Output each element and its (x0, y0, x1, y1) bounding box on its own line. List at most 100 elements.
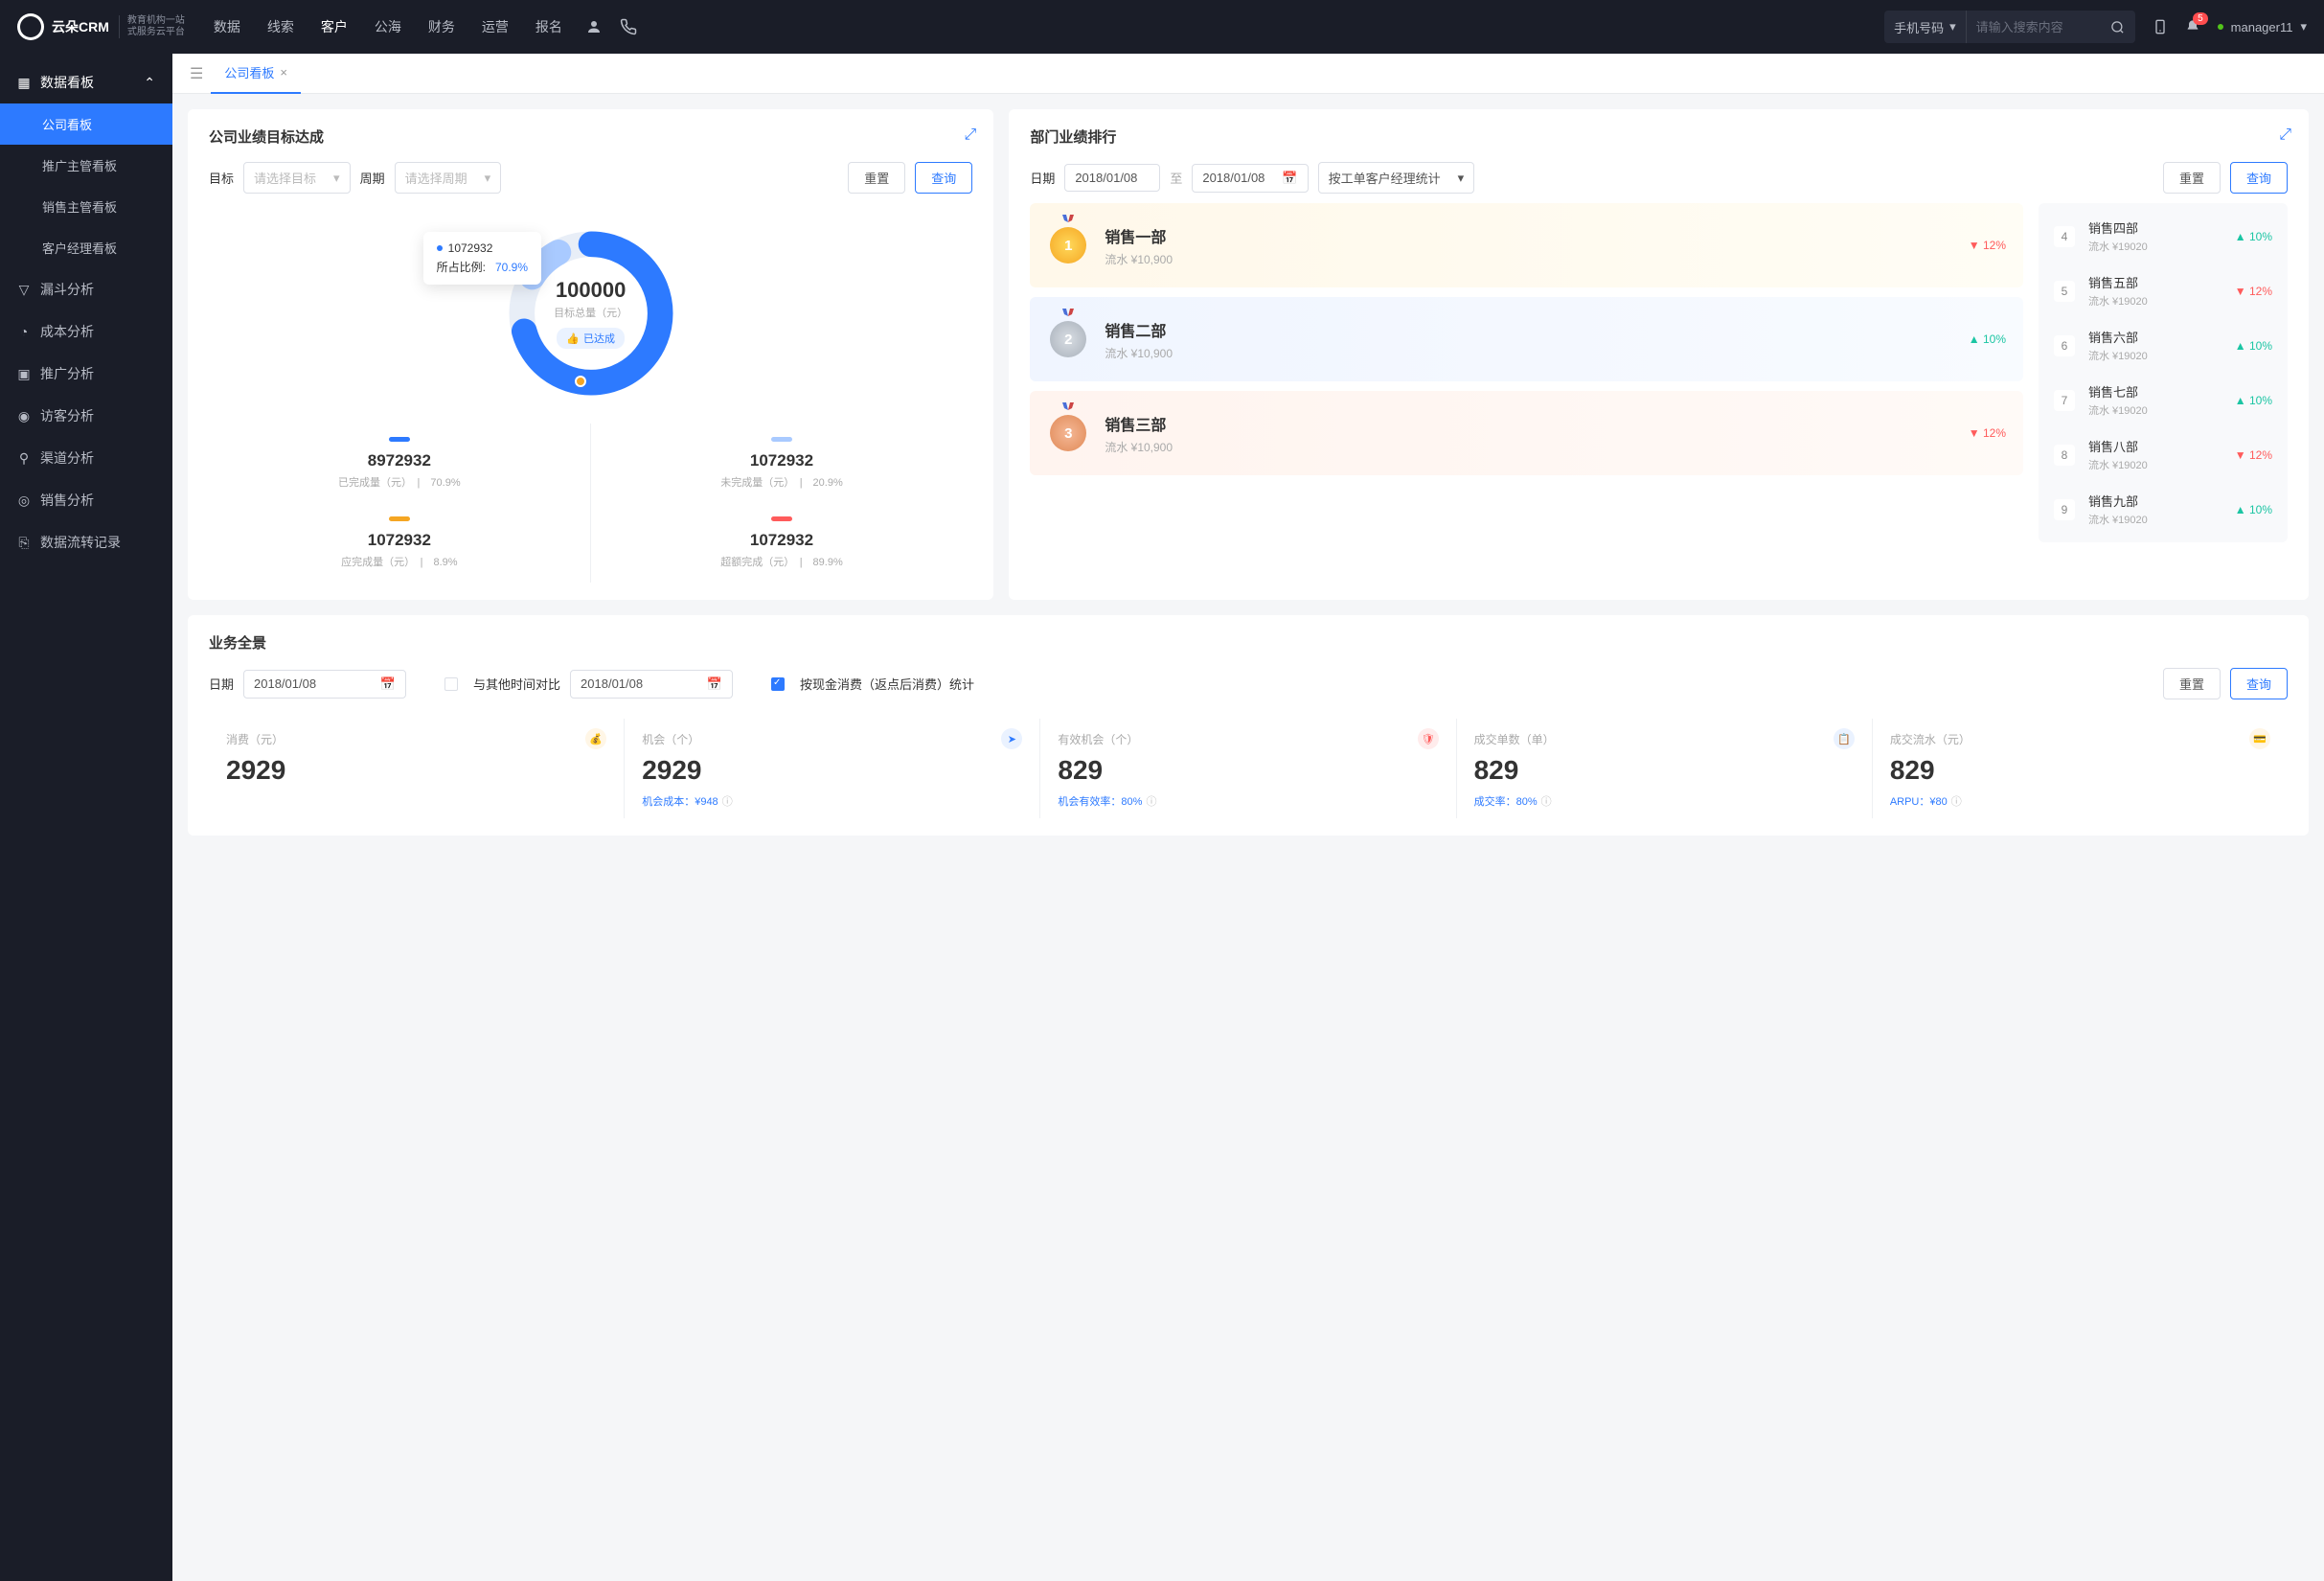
nav-items: 数据 线索 客户 公海 财务 运营 报名 (214, 17, 562, 36)
period-select[interactable]: 请选择周期▾ (395, 162, 502, 194)
overview-date2[interactable]: 2018/01/08📅 (570, 670, 733, 699)
menu-icon: ⎘ (17, 536, 31, 549)
overview-metric: 消费（元）💰2929 (209, 719, 625, 818)
sidebar-link-4[interactable]: ⚲渠道分析 (0, 437, 172, 479)
search-type-select[interactable]: 手机号码▾ (1884, 11, 1967, 43)
medal-icon: 1 (1047, 220, 1089, 270)
sidebar-link-1[interactable]: ◔成本分析 (0, 310, 172, 353)
phone-icon[interactable] (620, 18, 637, 35)
sidebar-link-3[interactable]: ◉访客分析 (0, 395, 172, 437)
metric-icon: 🛡 (1418, 728, 1439, 749)
donut-chart: 100000 目标总量（元） 👍已达成 1072932 所占比例:70.9% (500, 222, 682, 404)
rank-item[interactable]: 9销售九部流水 ¥19020▲ 10% (2039, 482, 2288, 537)
dashboard-icon: ▦ (17, 76, 31, 89)
target-label: 目标 (209, 169, 234, 187)
metric-icon: ➤ (1001, 728, 1022, 749)
overview-metric: 成交单数（单）📋829成交率：80%ⓘ (1457, 719, 1873, 818)
sidebar-toggle[interactable]: ☰ (182, 64, 211, 83)
user-icon[interactable] (585, 18, 603, 35)
nav-线索[interactable]: 线索 (267, 17, 294, 36)
expand-icon[interactable]: ⤢ (2279, 126, 2291, 144)
cash-checkbox[interactable] (771, 677, 785, 691)
rank-item[interactable]: 4销售四部流水 ¥19020▲ 10% (2039, 209, 2288, 264)
reset-button[interactable]: 重置 (2163, 162, 2221, 194)
logo[interactable]: 云朵CRM 教育机构一站式服务云平台 (17, 13, 185, 40)
help-icon[interactable]: ⓘ (1951, 793, 1962, 809)
query-button[interactable]: 查询 (2230, 668, 2288, 699)
sidebar-item-2[interactable]: 销售主管看板 (0, 186, 172, 227)
logo-icon (17, 13, 44, 40)
sort-select[interactable]: 按工单客户经理统计▾ (1318, 162, 1475, 194)
query-button[interactable]: 查询 (915, 162, 972, 194)
nav-运营[interactable]: 运营 (482, 17, 509, 36)
rank-item[interactable]: 7销售七部流水 ¥19020▲ 10% (2039, 373, 2288, 427)
menu-icon: ◎ (17, 493, 31, 507)
expand-icon[interactable]: ⤢ (965, 126, 977, 144)
metric: 1072932应完成量（元） | 8.9% (209, 503, 591, 583)
overview-title: 业务全景 (209, 632, 2288, 653)
metric-icon: 💰 (585, 728, 606, 749)
overview-metric: 成交流水（元）💳829ARPU：¥80ⓘ (1873, 719, 2288, 818)
chevron-down-icon: ▾ (1458, 171, 1465, 186)
logo-subtitle: 教育机构一站式服务云平台 (119, 15, 185, 38)
rank-list[interactable]: 4销售四部流水 ¥19020▲ 10%5销售五部流水 ¥19020▼ 12%6销… (2039, 203, 2288, 542)
chevron-up-icon: ⌃ (144, 75, 155, 91)
compare-checkbox[interactable] (444, 677, 458, 691)
top-nav: 云朵CRM 教育机构一站式服务云平台 数据线索客户公海财务运营报名 手机号码▾ … (0, 0, 2324, 54)
sidebar-link-0[interactable]: ▽漏斗分析 (0, 268, 172, 310)
chevron-down-icon: ▾ (2300, 19, 2307, 34)
overview-metric: 机会（个）➤2929机会成本：¥948ⓘ (625, 719, 1040, 818)
nav-公海[interactable]: 公海 (375, 17, 401, 36)
date-from[interactable]: 2018/01/08 (1064, 164, 1160, 192)
sidebar-link-5[interactable]: ◎销售分析 (0, 479, 172, 521)
goal-title: 公司业绩目标达成 (209, 126, 972, 147)
sidebar-group-dashboard[interactable]: ▦数据看板 ⌃ (0, 61, 172, 103)
period-label: 周期 (360, 169, 385, 187)
podium-row[interactable]: 3销售三部流水 ¥10,900▼ 12% (1030, 391, 2023, 475)
menu-icon: ▣ (17, 367, 31, 380)
nav-报名[interactable]: 报名 (535, 17, 562, 36)
close-icon[interactable]: × (280, 65, 287, 80)
query-button[interactable]: 查询 (2230, 162, 2288, 194)
tab-company-board[interactable]: 公司看板 × (211, 54, 301, 94)
sidebar-link-2[interactable]: ▣推广分析 (0, 353, 172, 395)
menu-icon: ◉ (17, 409, 31, 423)
chevron-down-icon: ▾ (1949, 19, 1956, 34)
overview-date1[interactable]: 2018/01/08📅 (243, 670, 406, 699)
sidebar-item-0[interactable]: 公司看板 (0, 103, 172, 145)
bell-icon[interactable]: 5 (2185, 18, 2200, 35)
search-button[interactable] (2101, 11, 2135, 43)
notification-badge: 5 (2193, 12, 2208, 25)
chevron-down-icon: ▾ (485, 171, 491, 186)
mobile-icon[interactable] (2153, 18, 2168, 35)
tabbar: ☰ 公司看板 × (172, 54, 2324, 94)
nav-客户[interactable]: 客户 (321, 17, 348, 36)
user-menu[interactable]: manager11 ▾ (2218, 19, 2307, 34)
medal-icon: 2 (1047, 314, 1089, 364)
sidebar-link-6[interactable]: ⎘数据流转记录 (0, 521, 172, 563)
date-to[interactable]: 2018/01/08📅 (1192, 164, 1308, 193)
search-input[interactable] (1967, 20, 2101, 34)
help-icon[interactable]: ⓘ (1541, 793, 1552, 809)
target-select[interactable]: 请选择目标▾ (243, 162, 351, 194)
podium-row[interactable]: 1销售一部流水 ¥10,900▼ 12% (1030, 203, 2023, 287)
reset-button[interactable]: 重置 (2163, 668, 2221, 699)
calendar-icon: 📅 (1282, 171, 1297, 186)
nav-数据[interactable]: 数据 (214, 17, 240, 36)
menu-icon: ◔ (17, 325, 31, 338)
username: manager11 (2231, 20, 2293, 34)
sidebar-item-3[interactable]: 客户经理看板 (0, 227, 172, 268)
rank-item[interactable]: 8销售八部流水 ¥19020▼ 12% (2039, 427, 2288, 482)
donut-total: 100000 (556, 278, 626, 303)
nav-财务[interactable]: 财务 (428, 17, 455, 36)
metric: 8972932已完成量（元） | 70.9% (209, 424, 591, 503)
rank-item[interactable]: 5销售五部流水 ¥19020▼ 12% (2039, 264, 2288, 318)
podium-row[interactable]: 2销售二部流水 ¥10,900▲ 10% (1030, 297, 2023, 381)
rank-item[interactable]: 6销售六部流水 ¥19020▲ 10% (2039, 318, 2288, 373)
sidebar: ▦数据看板 ⌃ 公司看板推广主管看板销售主管看板客户经理看板 ▽漏斗分析◔成本分… (0, 54, 172, 1581)
sidebar-item-1[interactable]: 推广主管看板 (0, 145, 172, 186)
help-icon[interactable]: ⓘ (1146, 793, 1156, 809)
donut-label: 目标总量（元） (554, 305, 627, 320)
help-icon[interactable]: ⓘ (722, 793, 733, 809)
reset-button[interactable]: 重置 (848, 162, 905, 194)
